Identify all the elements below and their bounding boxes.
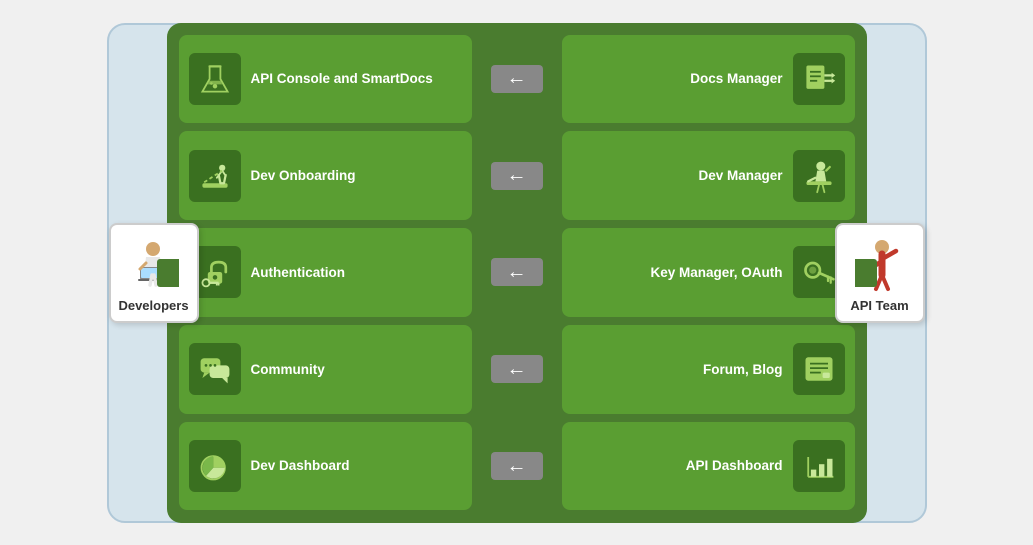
api-console-label: API Console and SmartDocs bbox=[251, 70, 433, 88]
right-connector-bar bbox=[855, 259, 877, 287]
arrow-connector-5 bbox=[491, 422, 543, 511]
list-item: Key Manager, OAuth bbox=[562, 228, 855, 317]
community-label: Community bbox=[251, 361, 325, 379]
api-team-box: API Team bbox=[835, 223, 925, 323]
arrow-2 bbox=[491, 162, 543, 190]
forum-icon bbox=[793, 343, 845, 395]
list-item: Forum, Blog bbox=[562, 325, 855, 414]
arrow-4 bbox=[491, 355, 543, 383]
list-item: Authentication bbox=[179, 228, 472, 317]
right-column: Docs Manager bbox=[552, 23, 867, 523]
docs-icon bbox=[793, 53, 845, 105]
arrow-connector-1 bbox=[491, 35, 543, 124]
left-column: API Console and SmartDocs bbox=[167, 23, 482, 523]
diagram-container: API Console and SmartDocs bbox=[27, 13, 1007, 533]
manager-icon bbox=[793, 150, 845, 202]
list-item: API Console and SmartDocs bbox=[179, 35, 472, 124]
inner-green-panel: API Console and SmartDocs bbox=[167, 23, 867, 523]
list-item: Community bbox=[179, 325, 472, 414]
left-connector-bar bbox=[157, 259, 179, 287]
key-manager-label: Key Manager, OAuth bbox=[650, 264, 782, 282]
developers-box: Developers bbox=[109, 223, 199, 323]
arrow-connector-4 bbox=[491, 325, 543, 414]
list-item: Dev Dashboard bbox=[179, 422, 472, 511]
api-dashboard-label: API Dashboard bbox=[686, 457, 783, 475]
arrow-3 bbox=[491, 258, 543, 286]
pie-icon bbox=[189, 440, 241, 492]
flask-icon bbox=[189, 53, 241, 105]
arrow-1 bbox=[491, 65, 543, 93]
dev-onboarding-label: Dev Onboarding bbox=[251, 167, 356, 185]
forum-blog-label: Forum, Blog bbox=[703, 361, 783, 379]
middle-column bbox=[482, 23, 552, 523]
list-item: Dev Onboarding bbox=[179, 131, 472, 220]
chat-icon bbox=[189, 343, 241, 395]
arrow-5 bbox=[491, 452, 543, 480]
list-item: Docs Manager bbox=[562, 35, 855, 124]
list-item: API Dashboard bbox=[562, 422, 855, 511]
developers-label: Developers bbox=[118, 298, 188, 313]
escalator-icon bbox=[189, 150, 241, 202]
api-team-label: API Team bbox=[850, 298, 908, 313]
list-item: Dev Manager bbox=[562, 131, 855, 220]
docs-manager-label: Docs Manager bbox=[690, 70, 782, 88]
dev-dashboard-label: Dev Dashboard bbox=[251, 457, 350, 475]
arrow-connector-3 bbox=[491, 228, 543, 317]
arrow-connector-2 bbox=[491, 131, 543, 220]
chart-icon bbox=[793, 440, 845, 492]
dev-manager-label: Dev Manager bbox=[698, 167, 782, 185]
authentication-label: Authentication bbox=[251, 264, 346, 282]
